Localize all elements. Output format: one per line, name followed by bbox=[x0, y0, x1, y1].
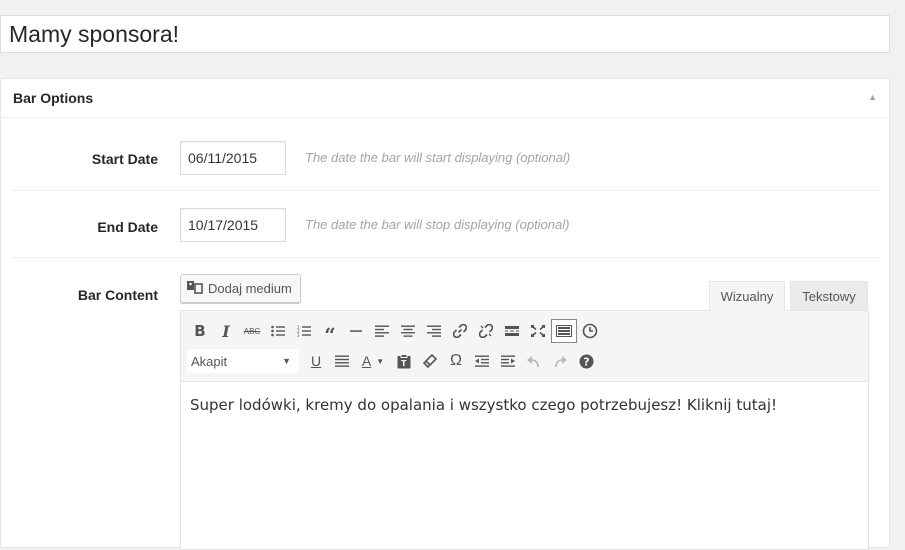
outdent-icon[interactable] bbox=[469, 349, 495, 373]
editor-toolbar: B I ABC 123 “ Akapit ▼ U A ▼ T Ω ? bbox=[181, 311, 868, 382]
format-select-value: Akapit bbox=[191, 353, 228, 369]
link-icon[interactable] bbox=[447, 319, 473, 343]
post-title-input[interactable] bbox=[0, 15, 890, 53]
format-select[interactable]: Akapit ▼ bbox=[187, 349, 299, 373]
end-date-description: The date the bar will stop displaying (o… bbox=[305, 217, 570, 232]
metabox-header[interactable]: Bar Options ▲ bbox=[1, 79, 889, 118]
add-media-label: Dodaj medium bbox=[208, 281, 292, 296]
caret-down-icon: ▼ bbox=[282, 356, 291, 366]
start-date-input[interactable] bbox=[180, 141, 286, 175]
italic-icon[interactable]: I bbox=[213, 319, 239, 343]
bold-icon[interactable]: B bbox=[187, 319, 213, 343]
horizontal-line-icon[interactable] bbox=[343, 319, 369, 343]
row-divider bbox=[12, 190, 880, 191]
arrow-up-icon[interactable]: ▲ bbox=[868, 92, 877, 102]
align-right-icon[interactable] bbox=[421, 319, 447, 343]
tab-text-label: Tekstowy bbox=[802, 288, 856, 304]
svg-text:?: ? bbox=[583, 355, 589, 368]
undo-icon[interactable] bbox=[521, 349, 547, 373]
start-date-description: The date the bar will start displaying (… bbox=[305, 150, 571, 165]
tab-text[interactable]: Tekstowy bbox=[790, 281, 868, 311]
start-date-label: Start Date bbox=[91, 151, 158, 167]
content-editor: B I ABC 123 “ Akapit ▼ U A ▼ T Ω ? Super… bbox=[180, 310, 869, 550]
toolbar-toggle-icon[interactable] bbox=[551, 319, 577, 343]
paste-text-icon[interactable]: T bbox=[391, 349, 417, 373]
svg-text:3: 3 bbox=[297, 333, 300, 337]
justify-icon[interactable] bbox=[329, 349, 355, 373]
metabox-title: Bar Options bbox=[13, 90, 94, 106]
add-media-button[interactable]: Dodaj medium bbox=[180, 274, 301, 303]
tab-visual[interactable]: Wizualny bbox=[709, 281, 785, 311]
end-date-label: End Date bbox=[97, 219, 158, 235]
clear-formatting-icon[interactable] bbox=[417, 349, 443, 373]
blockquote-icon[interactable]: “ bbox=[317, 319, 343, 347]
numbered-list-icon[interactable]: 123 bbox=[291, 319, 317, 343]
tab-visual-label: Wizualny bbox=[720, 288, 774, 304]
strikethrough-icon[interactable]: ABC bbox=[239, 319, 265, 343]
media-icon bbox=[187, 280, 203, 297]
svg-text:T: T bbox=[401, 359, 407, 368]
special-character-icon[interactable]: Ω bbox=[443, 349, 469, 373]
redo-icon[interactable] bbox=[547, 349, 573, 373]
indent-icon[interactable] bbox=[495, 349, 521, 373]
end-date-input[interactable] bbox=[180, 208, 286, 242]
underline-icon[interactable]: U bbox=[303, 349, 329, 373]
bar-content-label: Bar Content bbox=[77, 287, 158, 303]
align-center-icon[interactable] bbox=[395, 319, 421, 343]
bullet-list-icon[interactable] bbox=[265, 319, 291, 343]
row-divider bbox=[12, 257, 880, 258]
clock-icon[interactable] bbox=[577, 319, 603, 343]
align-left-icon[interactable] bbox=[369, 319, 395, 343]
unlink-icon[interactable] bbox=[473, 319, 499, 343]
fullscreen-icon[interactable] bbox=[525, 319, 551, 343]
text-color-icon[interactable]: A ▼ bbox=[355, 349, 391, 373]
read-more-icon[interactable] bbox=[499, 319, 525, 343]
help-icon[interactable]: ? bbox=[573, 349, 599, 373]
editor-content[interactable]: Super lodówki, kremy do opalania i wszys… bbox=[181, 382, 868, 414]
